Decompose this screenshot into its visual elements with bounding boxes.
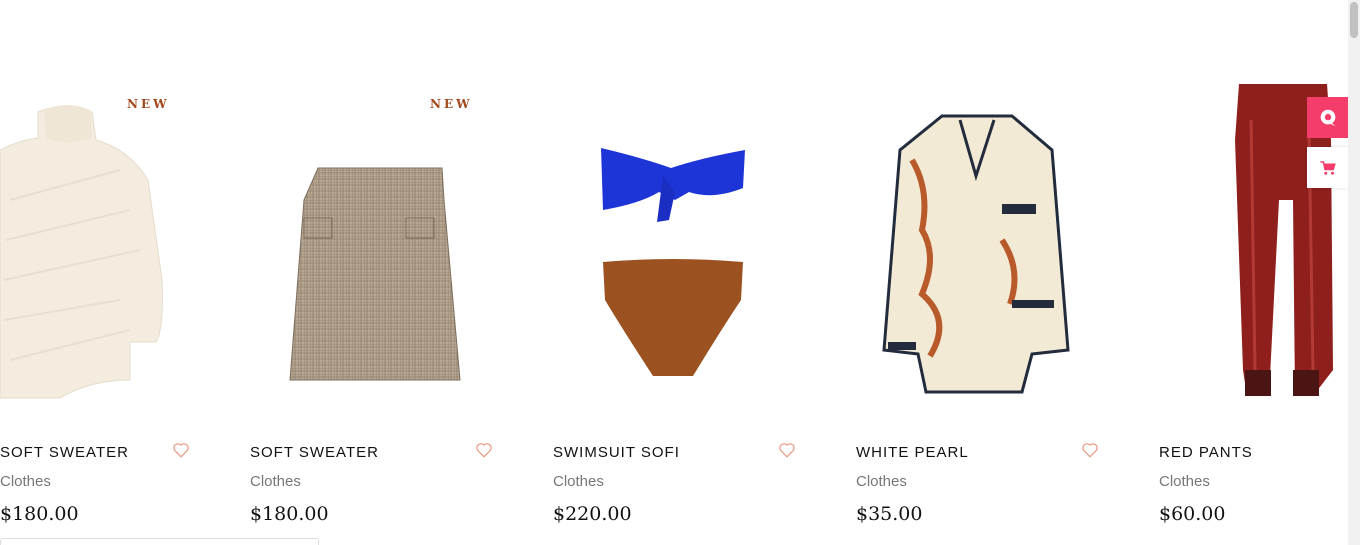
product-card[interactable]: WHITE PEARL Clothes $35.00 [856, 0, 1116, 545]
product-category[interactable]: Clothes [856, 473, 907, 490]
heart-icon[interactable] [1081, 441, 1099, 459]
product-carousel: NEW SOFT SWEATER Clothes $180.00 NEW SOF… [0, 0, 1348, 545]
product-name[interactable]: WHITE PEARL [856, 444, 969, 461]
product-category[interactable]: Clothes [0, 473, 51, 490]
product-category[interactable]: Clothes [1159, 473, 1210, 490]
heart-icon[interactable] [778, 441, 796, 459]
product-image-jacket[interactable] [882, 80, 1072, 410]
product-category[interactable]: Clothes [553, 473, 604, 490]
product-price: $35.00 [856, 503, 923, 525]
heart-icon[interactable] [172, 441, 190, 459]
product-card[interactable]: SWIMSUIT SOFI Clothes $220.00 [553, 0, 813, 545]
product-name[interactable]: SOFT SWEATER [0, 444, 129, 461]
product-name[interactable]: SWIMSUIT SOFI [553, 444, 680, 461]
product-card[interactable]: NEW SOFT SWEATER Clothes $180.00 [0, 0, 189, 545]
scrollbar-thumb[interactable] [1350, 2, 1358, 38]
product-card[interactable]: RED PANTS Clothes $60.00 [1159, 0, 1348, 545]
status-popup [0, 538, 319, 545]
product-price: $180.00 [250, 503, 329, 525]
product-card[interactable]: NEW SOFT SWEATER Clothes $180.00 [250, 0, 510, 545]
page-scrollbar[interactable] [1348, 0, 1360, 545]
product-category[interactable]: Clothes [250, 473, 301, 490]
cart-button[interactable] [1307, 147, 1348, 188]
chat-bubble-icon [1320, 109, 1335, 126]
product-image-skirt[interactable] [280, 80, 470, 410]
heart-icon[interactable] [475, 441, 493, 459]
product-price: $220.00 [553, 503, 632, 525]
product-price: $180.00 [0, 503, 79, 525]
product-image-swimsuit[interactable] [593, 80, 753, 410]
product-price: $60.00 [1159, 503, 1226, 525]
chat-button[interactable] [1307, 97, 1348, 138]
product-image-sweater[interactable] [0, 80, 180, 410]
product-name[interactable]: SOFT SWEATER [250, 444, 379, 461]
cart-icon [1320, 160, 1336, 175]
product-name[interactable]: RED PANTS [1159, 444, 1253, 461]
